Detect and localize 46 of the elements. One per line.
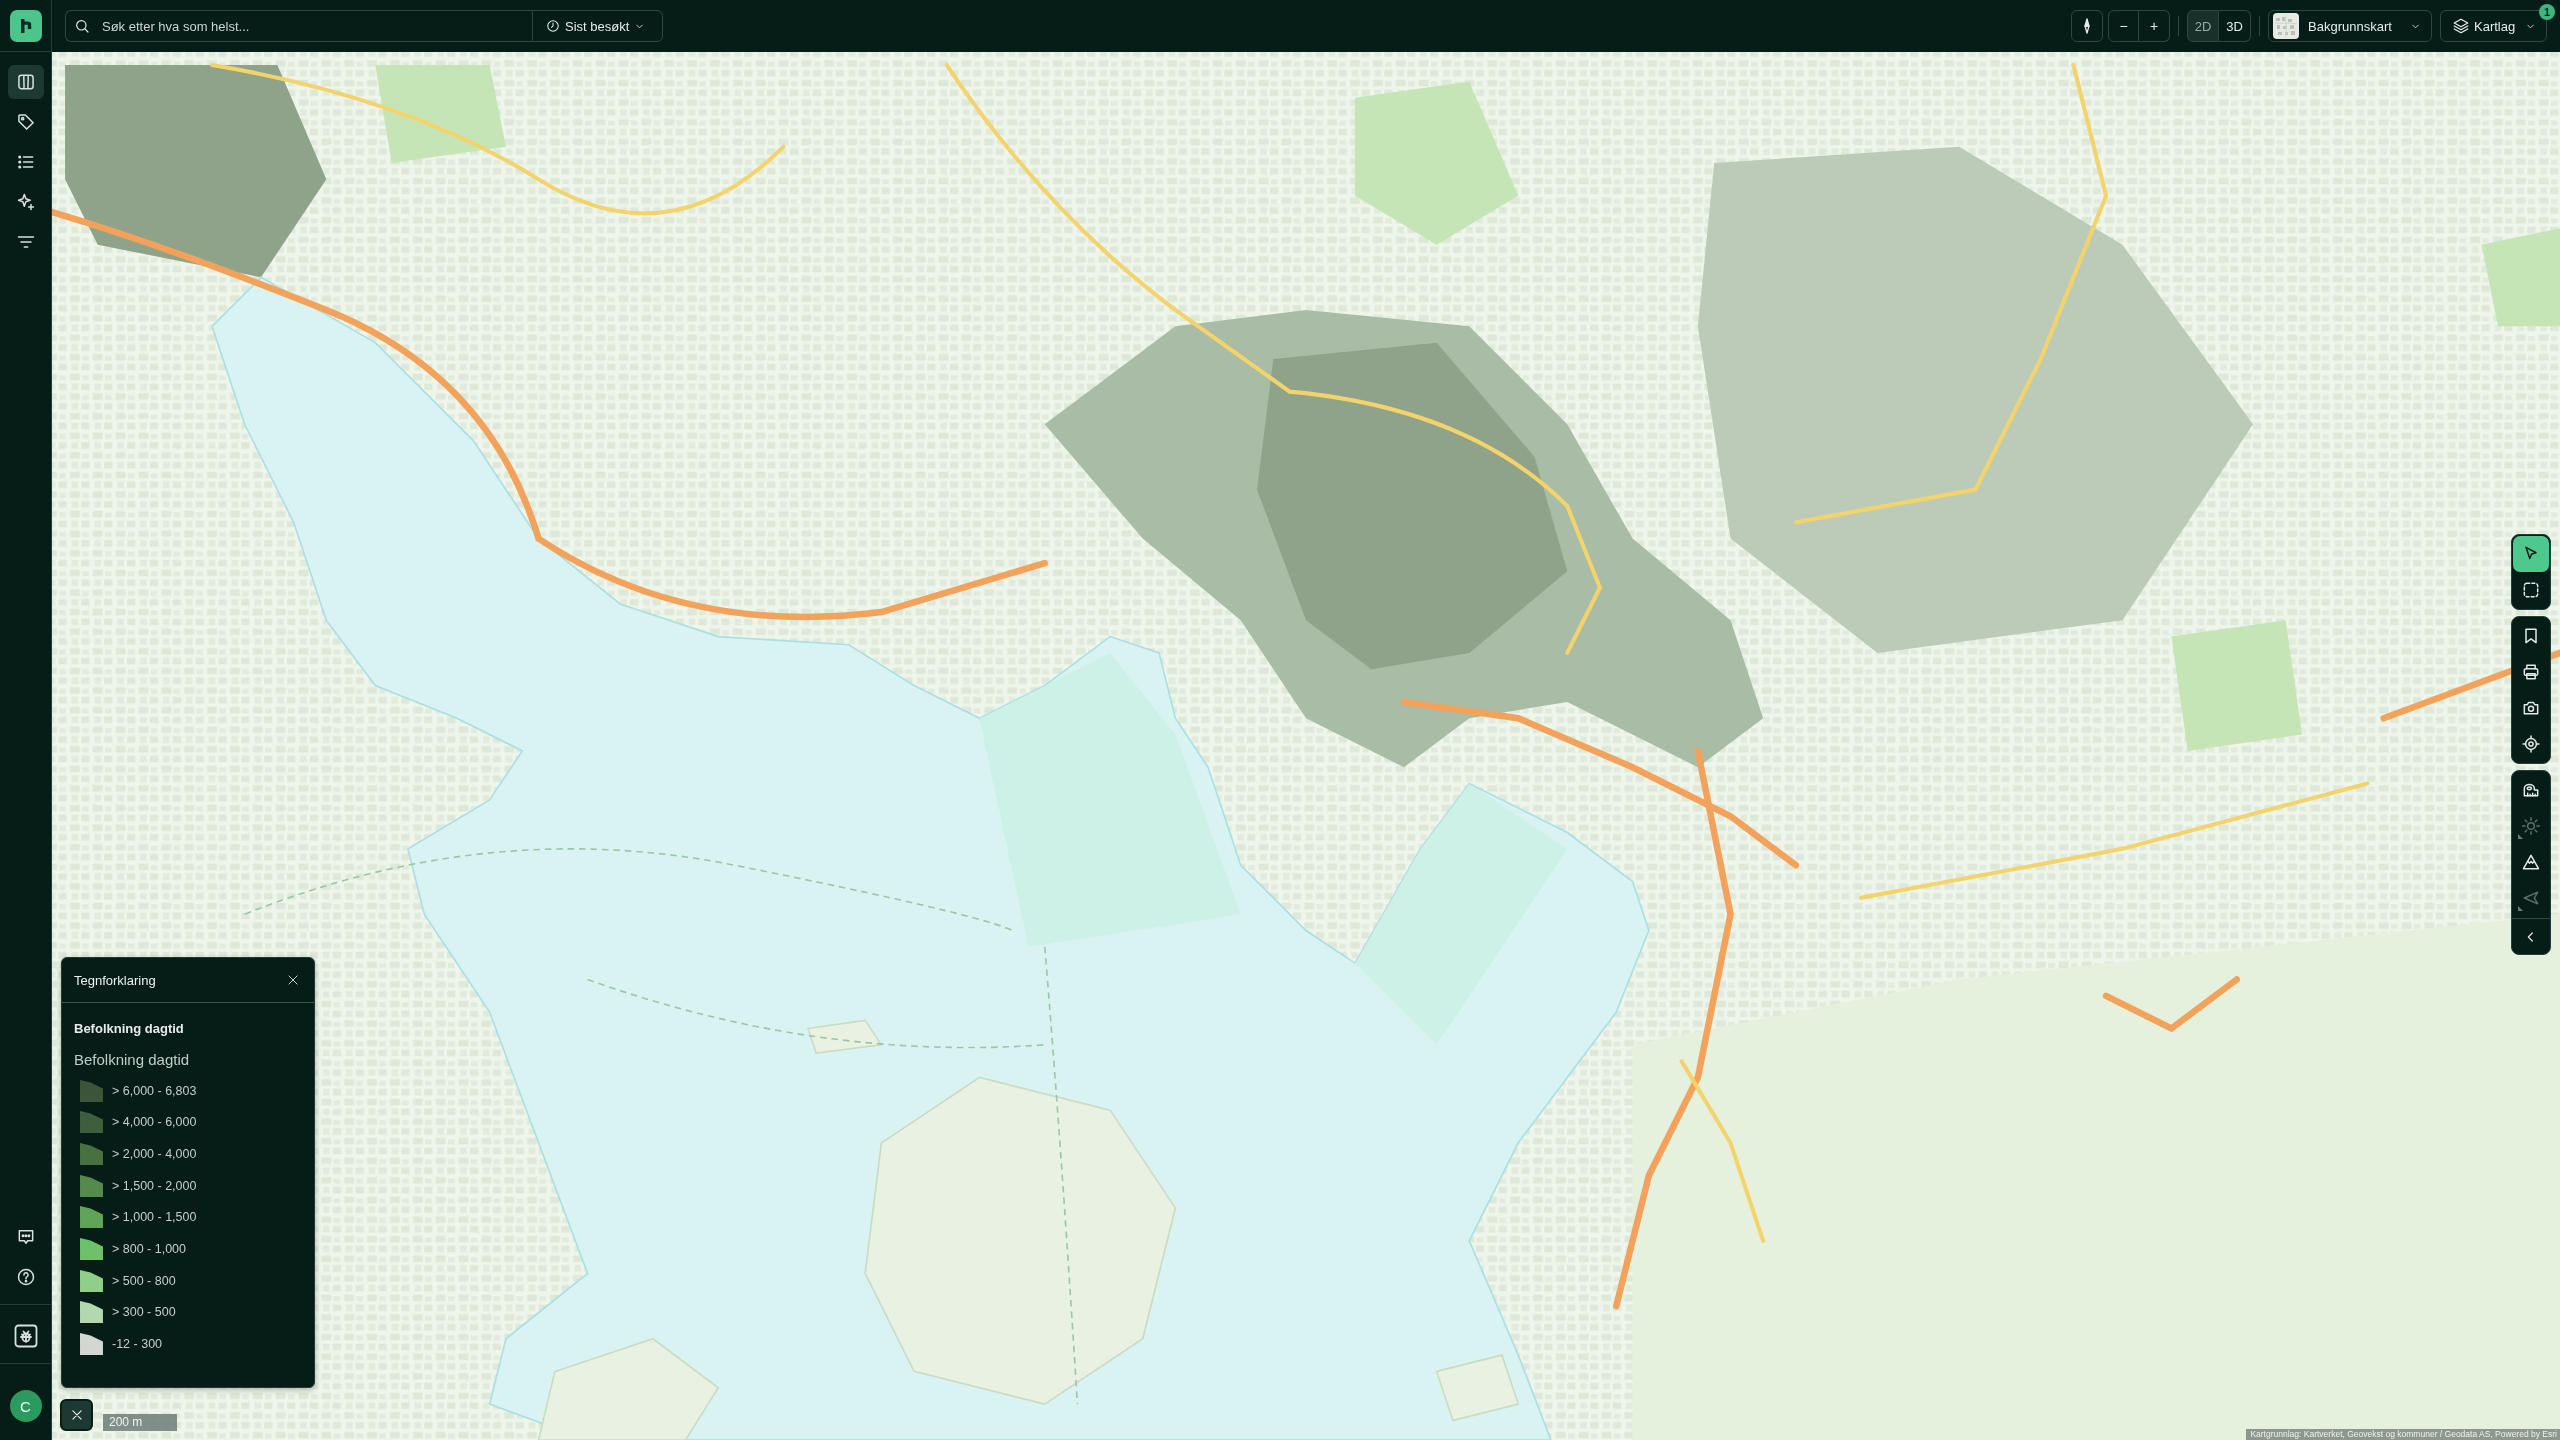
map-thumbnail xyxy=(2273,13,2299,39)
target-icon xyxy=(2521,734,2541,754)
tag-icon xyxy=(15,112,36,132)
layer-title: Befolkning dagtid xyxy=(74,1021,185,1037)
corner-triangle-icon xyxy=(2518,906,2523,911)
compass-button[interactable] xyxy=(2071,10,2103,42)
help-icon xyxy=(15,1267,36,1287)
search-field[interactable]: Søk etter hva som helst... xyxy=(65,10,532,42)
sun-icon xyxy=(2521,816,2541,836)
view-mode-button[interactable]: 3D xyxy=(2219,10,2251,42)
close-icon xyxy=(69,1408,84,1422)
legend-label: > 2,000 - 4,000 xyxy=(112,1147,197,1162)
legend-label: > 500 - 800 xyxy=(112,1273,176,1288)
legend-label: > 6,000 - 6,803 xyxy=(112,1083,197,1098)
legend-subtitle: Befolkning dagtid xyxy=(74,1051,191,1069)
corner-triangle-icon xyxy=(2518,834,2523,839)
basemap-button[interactable]: Bakgrunnskart xyxy=(2268,10,2432,42)
legend-label: > 1,000 - 1,500 xyxy=(112,1210,197,1225)
legend-label: > 300 - 500 xyxy=(112,1305,176,1320)
mountain-icon xyxy=(2521,852,2541,872)
search-icon xyxy=(74,18,90,34)
map-icon xyxy=(15,72,36,92)
count-badge: 1 xyxy=(2539,4,2555,20)
close-icon xyxy=(286,973,300,987)
dashed-square-icon xyxy=(2521,580,2541,600)
map-button[interactable] xyxy=(7,65,44,99)
attribution-text: Kartgrunnlag: Kartverket, Geovekst og kommuner / Geodata AS, Powered by Esri xyxy=(2246,1429,2560,1440)
legend-toggle-button[interactable] xyxy=(60,1399,93,1431)
layers-icon xyxy=(2452,17,2470,35)
recent-dropdown[interactable]: Sist besøkt xyxy=(532,10,663,42)
cursor-button[interactable] xyxy=(2513,536,2549,572)
clock-icon xyxy=(546,19,560,33)
legend-label: > 4,000 - 6,000 xyxy=(112,1115,197,1130)
sparkles-icon xyxy=(15,192,36,212)
zoom-in-button[interactable]: + xyxy=(2139,10,2170,42)
bug-icon xyxy=(13,1324,38,1348)
zoom-out-button[interactable]: − xyxy=(2108,10,2139,42)
scale-bar: 200 m xyxy=(103,1414,177,1431)
legend-label: -12 - 300 xyxy=(112,1337,163,1352)
printer-icon xyxy=(2521,662,2541,682)
view-mode-button[interactable]: 2D xyxy=(2187,10,2219,42)
legend-label: > 800 - 1,000 xyxy=(112,1242,187,1257)
legend-label: > 1,500 - 2,000 xyxy=(112,1178,197,1193)
navigation-icon xyxy=(2521,888,2541,908)
legend-title: Tegnforklaring xyxy=(74,972,156,988)
logo-icon[interactable] xyxy=(9,9,42,42)
